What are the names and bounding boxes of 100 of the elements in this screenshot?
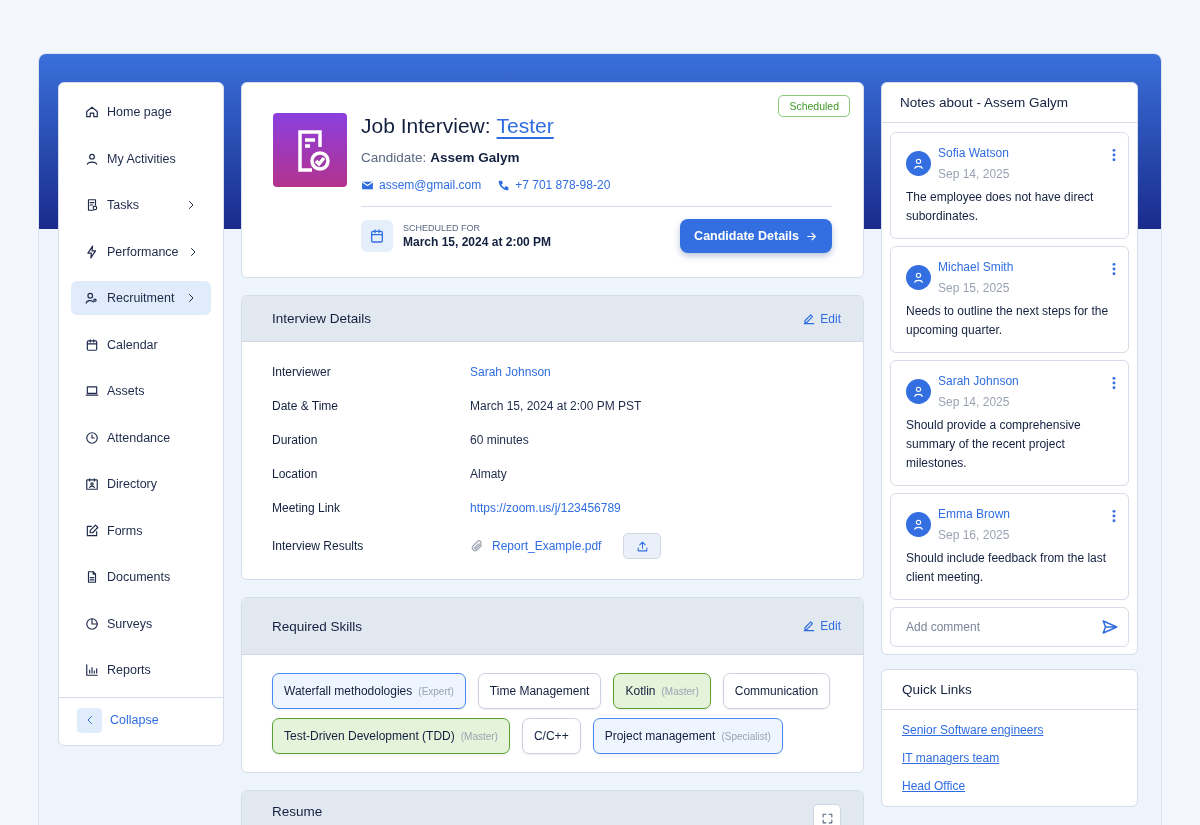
candidate-details-button[interactable]: Candidate Details xyxy=(680,219,832,253)
edit-link[interactable]: Edit xyxy=(802,311,841,326)
more-icon[interactable] xyxy=(1112,509,1116,523)
scheduled-date: March 15, 2024 at 2:00 PM xyxy=(403,235,552,249)
collapse-button[interactable]: Collapse xyxy=(77,707,159,733)
upload-button[interactable] xyxy=(623,533,662,559)
interview-title: Job Interview: xyxy=(361,114,491,138)
person-icon xyxy=(912,385,925,398)
note-date: Sep 15, 2025 xyxy=(938,281,1011,295)
phone-icon xyxy=(497,178,511,192)
sidebar-item[interactable]: Documents xyxy=(71,560,211,594)
laptop-icon xyxy=(85,384,99,398)
panel-title: Quick Links xyxy=(882,670,1137,710)
author-link[interactable]: Sofia Watson xyxy=(938,146,1010,160)
detail-label: Meeting Link xyxy=(272,501,342,515)
sidebar-item[interactable]: My Activities xyxy=(71,141,211,176)
sidebar-item[interactable]: Recruitment xyxy=(71,281,211,315)
sidebar-item[interactable]: Directory xyxy=(71,467,211,501)
document-icon xyxy=(85,570,99,584)
calendar-icon xyxy=(369,228,385,244)
detail-value: March 15, 2024 at 2:00 PM PST xyxy=(470,399,642,413)
person-icon xyxy=(912,157,925,170)
file-link[interactable]: Report_Example.pdf xyxy=(492,539,602,553)
paperclip-icon xyxy=(470,539,484,553)
position-link[interactable]: Tester xyxy=(496,114,554,138)
skill-level: (Master) xyxy=(460,730,498,742)
edit-link[interactable]: Edit xyxy=(802,619,841,633)
more-icon[interactable] xyxy=(1112,376,1116,390)
quick-link[interactable]: Senior Software engineers xyxy=(902,723,1044,737)
sidebar-item[interactable]: Surveys xyxy=(71,606,211,641)
author-link[interactable]: Michael Smith xyxy=(938,260,1014,274)
sidebar-item[interactable]: Calendar xyxy=(71,327,211,362)
skill-name: Project management xyxy=(604,729,716,743)
sidebar-item[interactable]: Forms xyxy=(71,513,211,548)
upload-icon xyxy=(635,539,649,553)
status-badge: Scheduled xyxy=(778,95,850,117)
sidebar-item[interactable]: Tasks xyxy=(71,188,211,222)
skill-name: Kotlin xyxy=(625,684,656,698)
skill-name: C/C++ xyxy=(533,729,569,743)
task-list-icon xyxy=(85,198,99,212)
bar-chart-icon xyxy=(85,663,99,677)
detail-value: 60 minutes xyxy=(470,433,529,447)
candidate-name: Assem Galym xyxy=(430,150,520,165)
person-icon xyxy=(912,518,925,531)
panel-title: Notes about - Assem Galym xyxy=(882,83,1137,123)
detail-label: Duration xyxy=(272,433,319,447)
document-check-icon xyxy=(273,113,347,187)
lightning-icon xyxy=(85,244,99,259)
phone-link[interactable]: +7 701 878-98-20 xyxy=(497,178,611,192)
skill-name: Communication xyxy=(734,684,819,698)
author-link[interactable]: Emma Brown xyxy=(938,507,1011,521)
author-link[interactable]: Sarah Johnson xyxy=(938,374,1019,388)
skill-level: (Expert) xyxy=(418,685,454,697)
detail-label: Location xyxy=(272,467,319,481)
sidebar-item[interactable]: Performance xyxy=(71,234,211,269)
pencil-icon xyxy=(802,619,817,633)
sidebar-item[interactable]: Attendance xyxy=(71,420,211,455)
note-date: Sep 16, 2025 xyxy=(938,528,1011,542)
more-icon[interactable] xyxy=(1112,262,1116,276)
send-icon[interactable] xyxy=(1101,618,1119,636)
detail-link[interactable]: https://zoom.us/j/123456789 xyxy=(470,501,621,515)
note-text: The employee does not have direct subordinates. xyxy=(906,189,1095,225)
note-text: Should include feedback from the last client meeting. xyxy=(906,550,1108,586)
contact-card-icon xyxy=(85,477,99,491)
scheduled-label: SCHEDULED FOR xyxy=(403,223,481,233)
sidebar-item[interactable]: Home page xyxy=(71,95,211,129)
expand-button[interactable] xyxy=(813,804,841,825)
quick-link[interactable]: IT managers team xyxy=(902,751,1000,765)
quick-link[interactable]: Head Office xyxy=(902,779,966,793)
people-search-icon xyxy=(85,291,99,305)
more-icon[interactable] xyxy=(1112,148,1116,162)
note-text: Should provide a comprehensive summary of the recent project milestones. xyxy=(906,417,1082,472)
note-date: Sep 14, 2025 xyxy=(938,167,1010,181)
detail-label: Date & Time xyxy=(272,399,340,413)
note-text: Needs to outline the next steps for the upcoming quarter. xyxy=(906,303,1110,339)
pencil-icon xyxy=(802,311,817,326)
sidebar-item[interactable]: Reports xyxy=(71,653,211,687)
person-icon xyxy=(85,151,99,166)
edit-form-icon xyxy=(85,523,99,538)
skill-level: (Master) xyxy=(661,685,699,697)
detail-label: Interviewer xyxy=(272,365,332,379)
email-link[interactable]: assem@gmail.com xyxy=(361,178,482,192)
detail-link[interactable]: Sarah Johnson xyxy=(470,365,551,379)
skill-name: Test-Driven Development (TDD) xyxy=(284,729,455,743)
home-icon xyxy=(85,105,99,119)
person-icon xyxy=(912,271,925,284)
skill-level: (Specialist) xyxy=(721,730,771,742)
section-title: Interview Details xyxy=(272,311,373,326)
skill-name: Time Management xyxy=(489,684,590,698)
section-title: Required Skills xyxy=(272,618,364,634)
sidebar-item[interactable]: Assets xyxy=(71,374,211,408)
candidate-label: Candidate: xyxy=(361,150,427,165)
pie-chart-icon xyxy=(85,616,99,631)
section-title: Resume xyxy=(272,804,324,819)
detail-label: Interview Results xyxy=(272,539,365,553)
comment-field[interactable]: Add comment xyxy=(890,607,1129,647)
skill-name: Waterfall methodologies xyxy=(284,684,413,698)
clock-icon xyxy=(85,430,99,445)
expand-icon xyxy=(820,811,834,825)
calendar-icon xyxy=(85,337,99,352)
